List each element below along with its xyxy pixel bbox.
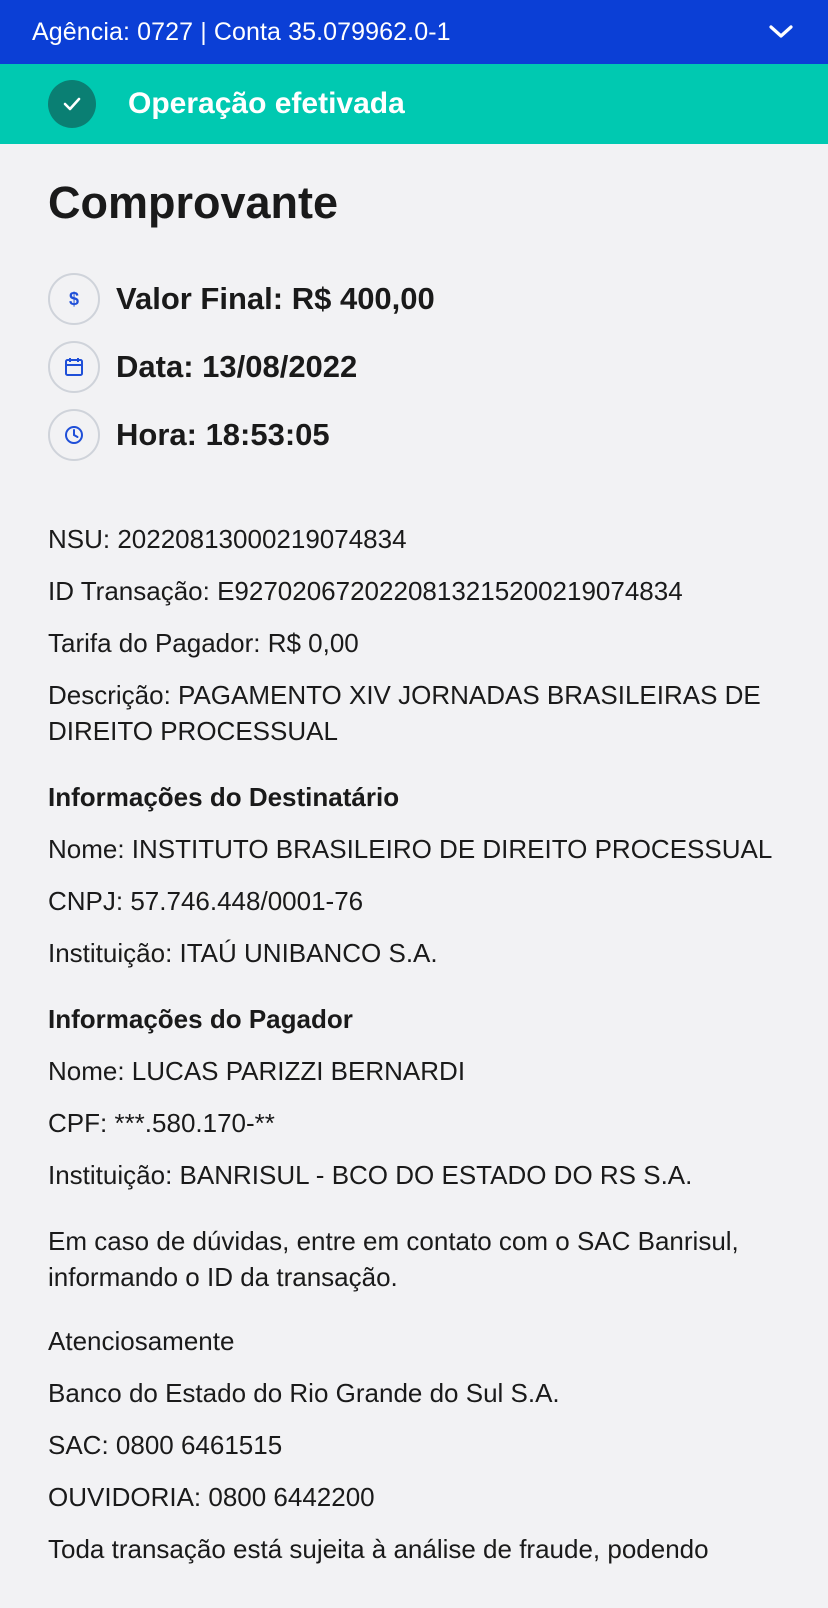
hora-transacao: Hora: 18:53:05 — [116, 417, 330, 452]
success-banner: Operação efetivada — [0, 64, 828, 144]
svg-text:$: $ — [69, 289, 79, 309]
summary-data: Data: 13/08/2022 — [48, 341, 788, 393]
closing: Atenciosamente — [48, 1326, 235, 1356]
check-icon — [48, 80, 96, 128]
summary-hora: Hora: 18:53:05 — [48, 409, 788, 461]
pagador-heading: Informações do Pagador — [48, 1004, 353, 1034]
transaction-details: NSU: 20220813000219074834 ID Transação: … — [48, 521, 788, 1567]
chevron-down-icon[interactable] — [766, 17, 796, 47]
dollar-icon: $ — [48, 273, 100, 325]
account-info: Agência: 0727 | Conta 35.079962.0-1 — [32, 17, 451, 46]
destinatario-heading: Informações do Destinatário — [48, 782, 400, 812]
calendar-icon — [48, 341, 100, 393]
page-title: Comprovante — [48, 177, 339, 228]
descricao: Descrição: PAGAMENTO XIV JORNADAS BRASIL… — [48, 680, 761, 746]
pagador-nome: Nome: LUCAS PARIZZI BERNARDI — [48, 1056, 466, 1086]
pagador-cpf: CPF: ***.580.170-** — [48, 1108, 275, 1138]
tarifa: Tarifa do Pagador: R$ 0,00 — [48, 628, 359, 658]
sac-phone: SAC: 0800 6461515 — [48, 1430, 283, 1460]
bank-name: Banco do Estado do Rio Grande do Sul S.A… — [48, 1378, 560, 1408]
status-message: Operação efetivada — [128, 87, 405, 120]
nsu: NSU: 20220813000219074834 — [48, 524, 407, 554]
destinatario-cnpj: CNPJ: 57.746.448/0001-76 — [48, 886, 364, 916]
receipt: Comprovante $ Valor Final: R$ 400,00 Dat… — [48, 144, 788, 1567]
valor-final: Valor Final: R$ 400,00 — [116, 281, 435, 316]
ouvidoria-phone: OUVIDORIA: 0800 6442200 — [48, 1482, 375, 1512]
account-header[interactable]: Agência: 0727 | Conta 35.079962.0-1 — [0, 0, 828, 64]
help-text: Em caso de dúvidas, entre em contato com… — [48, 1226, 739, 1292]
summary-valor: $ Valor Final: R$ 400,00 — [48, 273, 788, 325]
transaction-id: ID Transação: E9270206720220813215200219… — [48, 576, 683, 606]
pagador-instituicao: Instituição: BANRISUL - BCO DO ESTADO DO… — [48, 1160, 693, 1190]
destinatario-nome: Nome: INSTITUTO BRASILEIRO DE DIREITO PR… — [48, 834, 773, 864]
data-transacao: Data: 13/08/2022 — [116, 349, 358, 384]
clock-icon — [48, 409, 100, 461]
fraud-notice: Toda transação está sujeita à análise de… — [48, 1534, 709, 1564]
destinatario-instituicao: Instituição: ITAÚ UNIBANCO S.A. — [48, 938, 438, 968]
receipt-summary: $ Valor Final: R$ 400,00 Data: 13/08/202… — [48, 273, 788, 461]
